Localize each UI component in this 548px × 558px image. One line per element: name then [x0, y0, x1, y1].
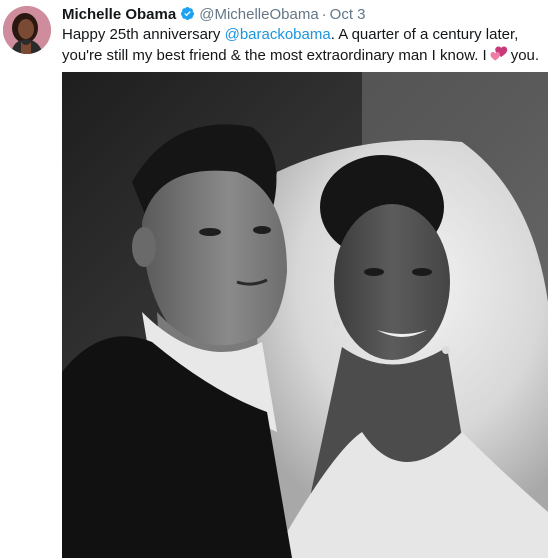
tweet-photo[interactable] — [62, 72, 548, 558]
tweet-date[interactable]: Oct 3 — [330, 6, 366, 23]
avatar-image — [3, 6, 51, 54]
author-handle[interactable]: @MichelleObama — [199, 6, 318, 23]
wedding-photo-image — [62, 72, 548, 558]
tweet-text-end: you. — [510, 47, 540, 64]
avatar[interactable] — [3, 6, 51, 54]
author-name[interactable]: Michelle Obama — [62, 6, 176, 23]
tweet: Michelle Obama @MichelleObama · Oct 3 Happy… — [0, 0, 548, 558]
mention-link[interactable]: @barackobama — [225, 26, 331, 43]
verified-badge-icon — [180, 6, 195, 21]
separator-dot: · — [321, 6, 327, 23]
tweet-text-part-1: Happy 25th anniversary — [62, 26, 225, 43]
two-hearts-icon — [490, 46, 508, 62]
tweet-text: Happy 25th anniversary @barackobama. A q… — [62, 24, 542, 66]
tweet-header: Michelle Obama @MichelleObama · Oct 3 — [62, 5, 366, 25]
